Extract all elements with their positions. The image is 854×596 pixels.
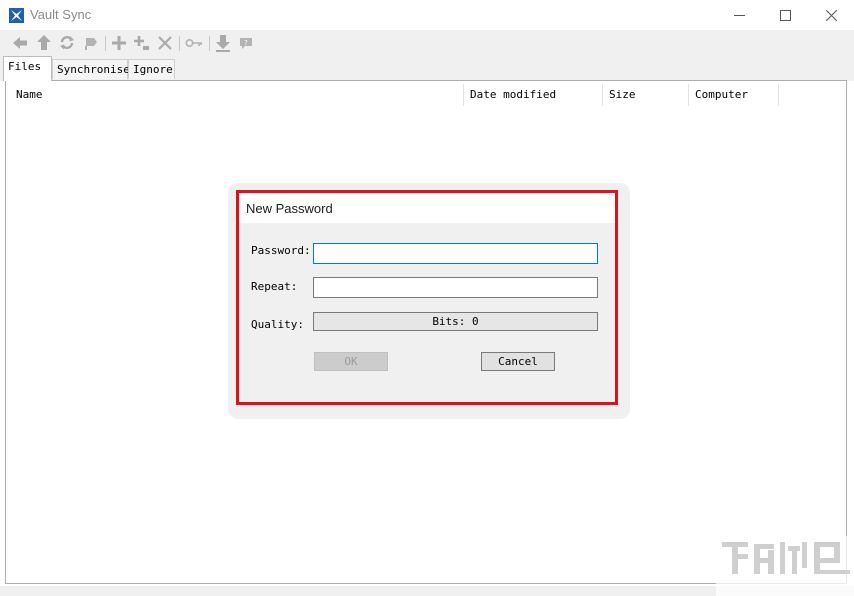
- column-header-computer[interactable]: Computer: [689, 84, 779, 106]
- maximize-button[interactable]: [762, 0, 808, 30]
- close-button[interactable]: [808, 0, 854, 30]
- window-title: Vault Sync: [30, 7, 92, 22]
- toolbar-separator: [209, 36, 210, 51]
- svg-text:?: ?: [244, 39, 248, 47]
- quality-meter: Bits: 0: [313, 312, 598, 331]
- tab-strip: Files Synchronise Ignore: [0, 56, 854, 81]
- download-icon[interactable]: [215, 34, 231, 52]
- toolbar: ?: [0, 30, 854, 56]
- up-arrow-icon[interactable]: [36, 34, 52, 52]
- repeat-label: Repeat:: [251, 280, 298, 293]
- tag-icon[interactable]: [83, 34, 99, 52]
- password-label: Password:: [251, 244, 311, 257]
- refresh-icon[interactable]: [59, 34, 75, 52]
- close-icon: [825, 9, 837, 21]
- column-header-row: Name Date modified Size Computer: [10, 84, 842, 106]
- tab-files[interactable]: Files: [3, 56, 52, 81]
- delete-icon[interactable]: [157, 34, 173, 52]
- key-icon[interactable]: [185, 34, 203, 52]
- ok-button[interactable]: OK: [314, 352, 388, 371]
- maximize-icon: [779, 9, 791, 21]
- column-header-size[interactable]: Size: [603, 84, 689, 106]
- cancel-button[interactable]: Cancel: [481, 352, 555, 371]
- add-sub-icon[interactable]: [133, 34, 149, 52]
- tab-synchronise[interactable]: Synchronise: [52, 59, 130, 79]
- repeat-password-input[interactable]: [313, 277, 598, 298]
- dialog-title-bar: New Password: [239, 193, 615, 223]
- watermark-logo: [716, 536, 854, 596]
- toolbar-separator: [105, 36, 106, 51]
- dialog-title: New Password: [246, 201, 333, 216]
- password-input[interactable]: [313, 243, 598, 264]
- column-header-name[interactable]: Name: [10, 84, 464, 106]
- back-arrow-icon[interactable]: [12, 34, 28, 52]
- tab-ignore[interactable]: Ignore: [128, 59, 175, 79]
- minimize-icon: [733, 14, 745, 16]
- column-header-date-modified[interactable]: Date modified: [464, 84, 603, 106]
- add-icon[interactable]: [111, 34, 127, 52]
- help-icon[interactable]: ?: [238, 34, 254, 52]
- new-password-dialog: New Password Password: Repeat: Quality: …: [236, 190, 618, 405]
- quality-label: Quality:: [251, 318, 304, 331]
- toolbar-separator: [179, 36, 180, 51]
- title-bar: Vault Sync: [0, 0, 854, 30]
- minimize-button[interactable]: [716, 0, 762, 30]
- app-logo-icon: [9, 8, 24, 23]
